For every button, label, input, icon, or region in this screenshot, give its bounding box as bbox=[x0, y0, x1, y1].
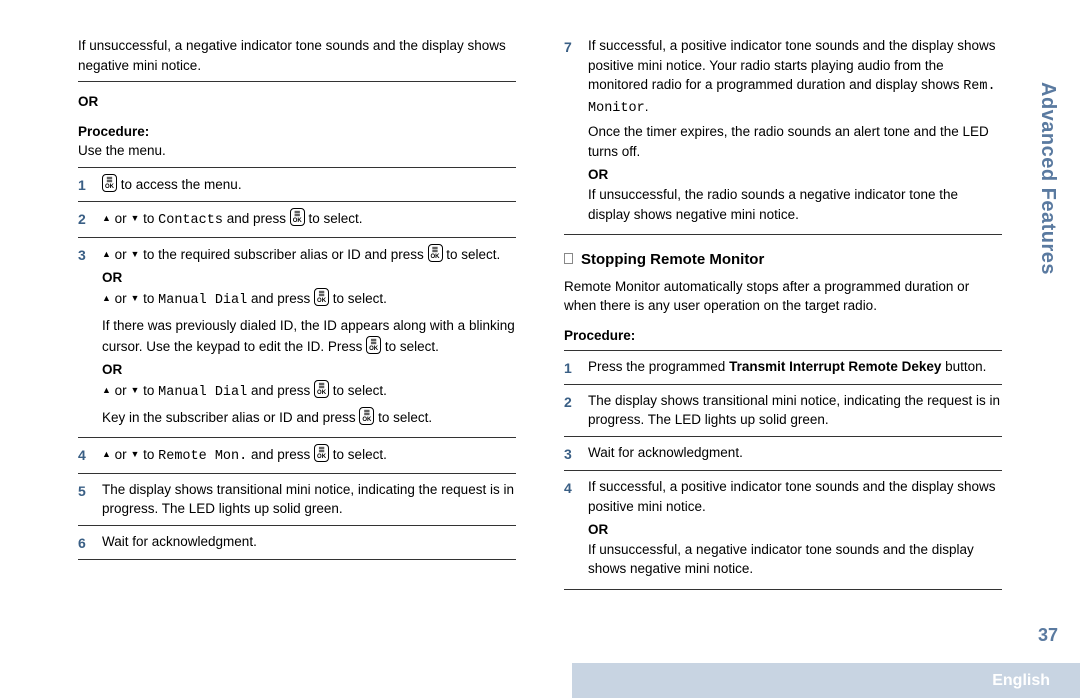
menu-item: Remote Mon. bbox=[158, 449, 247, 464]
step-number: 4 bbox=[78, 444, 92, 465]
step-text: If unsuccessful, a negative indicator to… bbox=[588, 540, 1002, 579]
step-number: 1 bbox=[78, 174, 92, 195]
right-column: 7 If successful, a positive indicator to… bbox=[564, 36, 1002, 620]
ok-button-icon: ≣OK bbox=[359, 407, 374, 425]
ok-button-icon: ≣OK bbox=[314, 380, 329, 398]
step-text: to access the menu. bbox=[117, 177, 242, 192]
ok-button-icon: ≣OK bbox=[366, 336, 381, 354]
up-arrow-icon bbox=[102, 291, 111, 306]
step-text: The display shows transitional mini noti… bbox=[588, 391, 1002, 430]
section-intro: Remote Monitor automatically stops after… bbox=[564, 277, 1002, 316]
intro-text: If unsuccessful, a negative indicator to… bbox=[78, 36, 516, 75]
ok-button-icon: ≣OK bbox=[102, 174, 117, 192]
up-arrow-icon bbox=[102, 383, 111, 398]
step-number: 1 bbox=[564, 357, 578, 378]
ok-button-icon: ≣OK bbox=[428, 244, 443, 262]
step-4: 4 If successful, a positive indicator to… bbox=[564, 470, 1002, 589]
step-3: 3 Wait for acknowledgment. bbox=[564, 436, 1002, 470]
page-body: If unsuccessful, a negative indicator to… bbox=[0, 0, 1080, 630]
language-footer: English bbox=[572, 663, 1080, 698]
step-number: 7 bbox=[564, 36, 578, 57]
step-number: 2 bbox=[564, 391, 578, 412]
step-4: 4 or to Remote Mon. and press ≣OK to sel… bbox=[78, 437, 516, 473]
step-number: 5 bbox=[78, 480, 92, 501]
heading-marker-icon bbox=[564, 253, 573, 264]
step-number: 3 bbox=[564, 443, 578, 464]
step-text: If successful, a positive indicator tone… bbox=[588, 477, 1002, 516]
step-text: Wait for acknowledgment. bbox=[588, 443, 1002, 463]
section-tab: Advanced Features bbox=[1033, 82, 1062, 275]
left-column: If unsuccessful, a negative indicator to… bbox=[78, 36, 516, 620]
up-arrow-icon bbox=[102, 211, 111, 226]
or-label: OR bbox=[78, 92, 516, 112]
step-number: 2 bbox=[78, 208, 92, 229]
up-arrow-icon bbox=[102, 247, 111, 262]
button-name: Transmit Interrupt Remote Dekey bbox=[729, 359, 941, 374]
ok-button-icon: ≣OK bbox=[314, 288, 329, 306]
step-3: 3 or to the required subscriber alias or… bbox=[78, 237, 516, 438]
up-arrow-icon bbox=[102, 447, 111, 462]
step-2: 2 or to Contacts and press ≣OK to select… bbox=[78, 201, 516, 237]
or-label: OR bbox=[102, 360, 516, 380]
step-text: Wait for acknowledgment. bbox=[102, 532, 516, 552]
menu-item: Manual Dial bbox=[158, 385, 247, 400]
step-text: The display shows transitional mini noti… bbox=[102, 480, 516, 519]
menu-item: Manual Dial bbox=[158, 293, 247, 308]
ok-button-icon: ≣OK bbox=[314, 444, 329, 462]
procedure-label: Procedure: bbox=[78, 122, 516, 142]
or-label: OR bbox=[102, 268, 516, 288]
ok-button-icon: ≣OK bbox=[290, 208, 305, 226]
step-1: 1 Press the programmed Transmit Interrup… bbox=[564, 350, 1002, 384]
or-label: OR bbox=[588, 165, 1002, 185]
procedure-label: Procedure: bbox=[564, 326, 1002, 346]
procedure-text: Use the menu. bbox=[78, 141, 516, 161]
step-number: 6 bbox=[78, 532, 92, 553]
step-number: 4 bbox=[564, 477, 578, 498]
step-text: If unsuccessful, the radio sounds a nega… bbox=[588, 185, 1002, 224]
step-5: 5 The display shows transitional mini no… bbox=[78, 473, 516, 525]
step-2: 2 The display shows transitional mini no… bbox=[564, 384, 1002, 436]
page-number: 37 bbox=[1038, 622, 1058, 648]
step-text: Once the timer expires, the radio sounds… bbox=[588, 122, 1002, 161]
step-6: 6 Wait for acknowledgment. bbox=[78, 525, 516, 559]
section-heading: Stopping Remote Monitor bbox=[564, 249, 1002, 271]
or-label: OR bbox=[588, 520, 1002, 540]
step-7: 7 If successful, a positive indicator to… bbox=[564, 36, 1002, 234]
step-1: 1 ≣OK to access the menu. bbox=[78, 167, 516, 201]
step-number: 3 bbox=[78, 244, 92, 265]
menu-item: Contacts bbox=[158, 213, 223, 228]
